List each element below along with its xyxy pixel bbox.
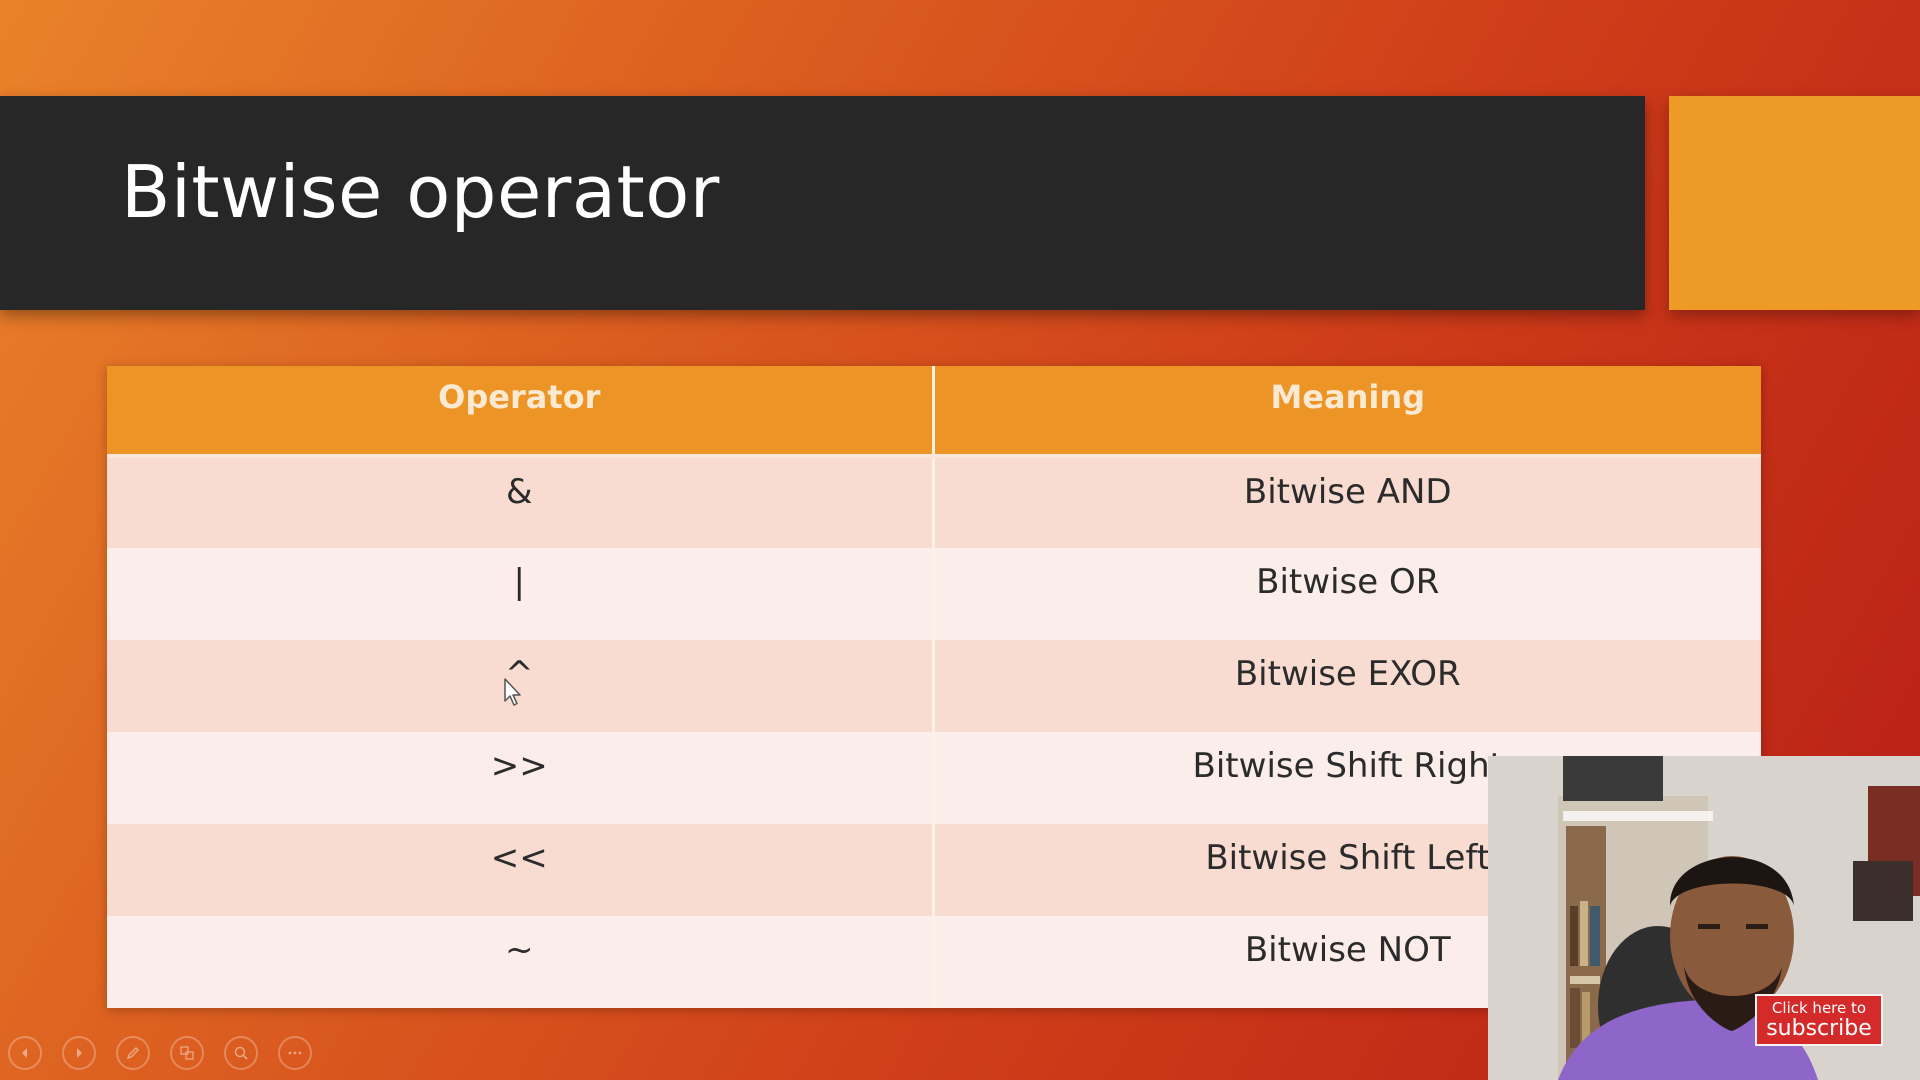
header-meaning: Meaning <box>931 366 1761 458</box>
operator-cell: | <box>107 548 933 640</box>
operator-cell: >> <box>107 732 933 824</box>
pen-icon <box>126 1046 140 1060</box>
pen-tool-button[interactable] <box>116 1036 150 1070</box>
previous-slide-button[interactable] <box>8 1036 42 1070</box>
see-all-slides-button[interactable] <box>170 1036 204 1070</box>
operator-cell: ~ <box>107 916 933 1008</box>
next-slide-button[interactable] <box>62 1036 96 1070</box>
subscribe-button[interactable]: Click here to subscribe <box>1755 994 1883 1046</box>
header-operator: Operator <box>107 366 933 458</box>
table-header-row: Operator Meaning <box>107 366 1761 458</box>
meaning-cell: Bitwise OR <box>931 548 1761 640</box>
arrow-right-icon <box>77 1048 82 1058</box>
mouse-pointer-icon <box>504 678 521 706</box>
operator-cell: & <box>107 456 933 548</box>
slide-title: Bitwise operator <box>121 150 720 234</box>
operator-cell: << <box>107 824 933 916</box>
slideshow-toolbar <box>8 1036 312 1070</box>
subscribe-line-2: subscribe <box>1766 1016 1872 1041</box>
subscribe-line-1: Click here to <box>1771 999 1867 1017</box>
table-row: & Bitwise AND <box>107 456 1761 548</box>
slide-title-bar: Bitwise operator <box>0 96 1645 310</box>
slides-icon <box>180 1046 194 1060</box>
table-row: ^ Bitwise EXOR <box>107 640 1761 732</box>
table-row: | Bitwise OR <box>107 548 1761 640</box>
title-accent-block <box>1669 96 1920 310</box>
ellipsis-icon <box>288 1051 302 1055</box>
magnifier-icon <box>234 1046 248 1060</box>
zoom-button[interactable] <box>224 1036 258 1070</box>
meaning-cell: Bitwise AND <box>931 456 1761 548</box>
more-options-button[interactable] <box>278 1036 312 1070</box>
meaning-cell: Bitwise EXOR <box>931 640 1761 732</box>
arrow-left-icon <box>22 1048 27 1058</box>
